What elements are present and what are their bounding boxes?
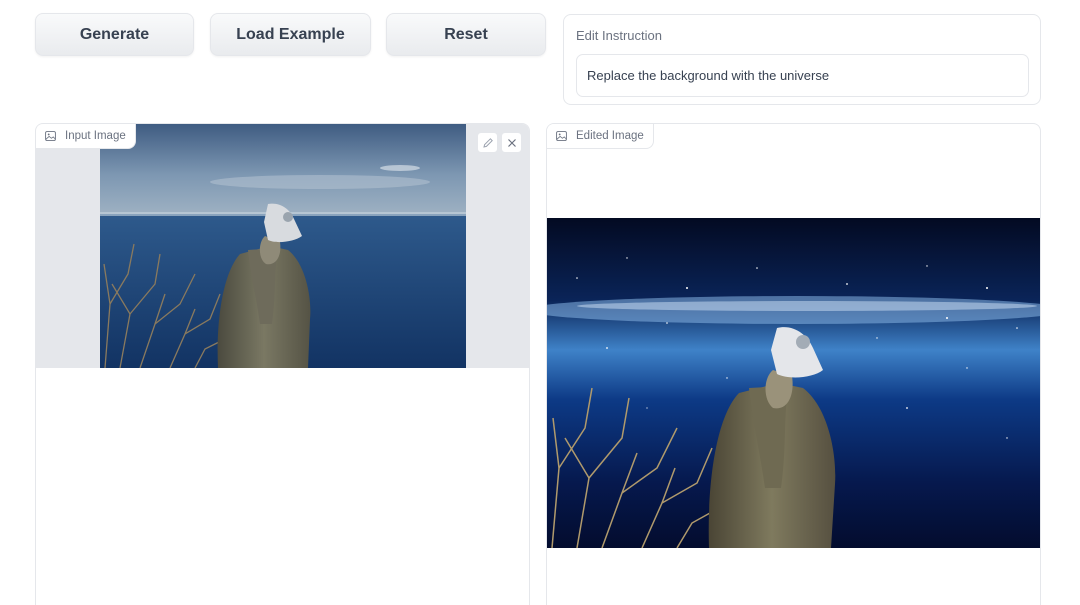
input-image-panel[interactable]: Input Image	[35, 123, 530, 605]
image-icon	[556, 131, 567, 141]
edited-image-panel[interactable]: Edited Image	[546, 123, 1041, 605]
pencil-icon	[482, 137, 493, 148]
input-photo	[100, 124, 466, 368]
edited-image-label: Edited Image	[576, 130, 644, 142]
edit-instruction-block: Edit Instruction Replace the background …	[563, 14, 1041, 105]
reset-button[interactable]: Reset	[386, 13, 546, 56]
generate-button[interactable]: Generate	[35, 13, 194, 56]
edited-photo	[547, 218, 1040, 548]
edit-instruction-input[interactable]: Replace the background with the universe	[576, 54, 1029, 97]
edit-image-button[interactable]	[477, 132, 498, 153]
input-image-label: Input Image	[65, 130, 126, 142]
edited-image-tag: Edited Image	[547, 124, 654, 149]
input-image-frame	[36, 124, 529, 368]
edit-instruction-label: Edit Instruction	[576, 28, 662, 43]
clear-image-button[interactable]	[501, 132, 522, 153]
image-icon	[45, 131, 56, 141]
load-example-button[interactable]: Load Example	[210, 13, 371, 56]
input-image-tag: Input Image	[36, 124, 136, 149]
close-icon	[507, 138, 516, 147]
